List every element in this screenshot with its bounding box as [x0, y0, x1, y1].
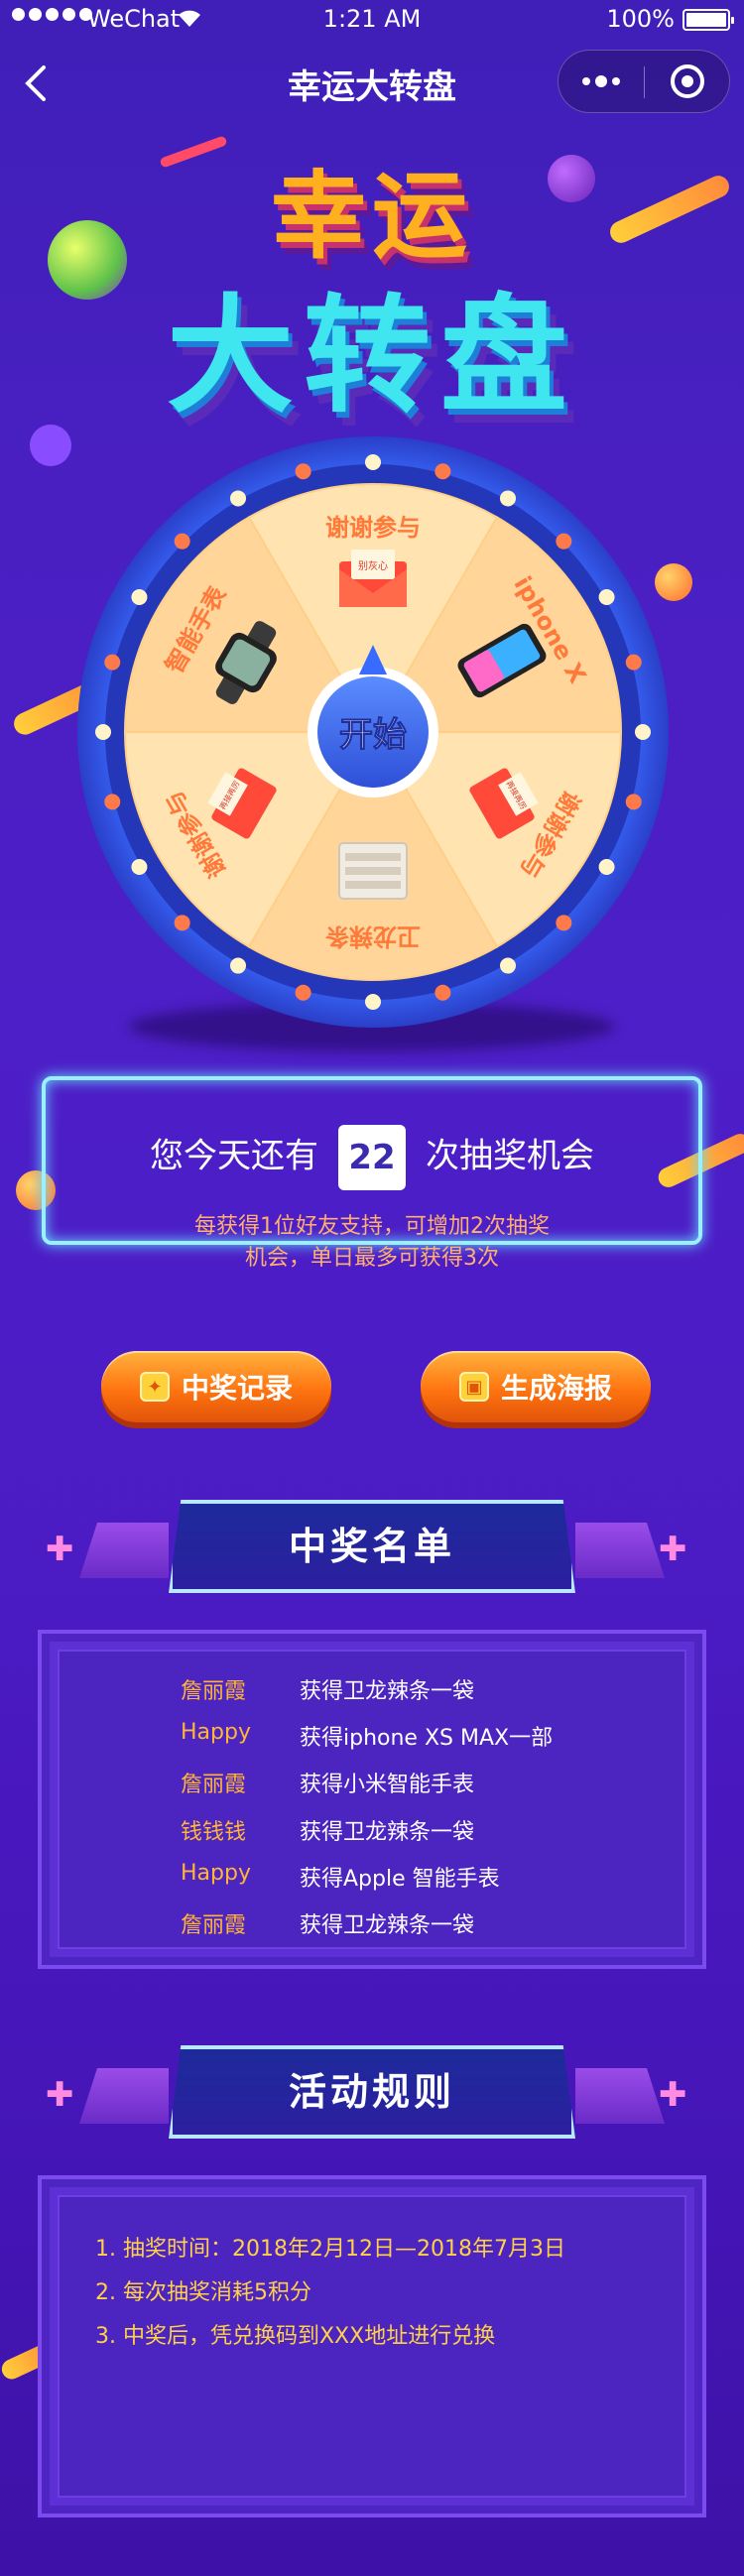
rim-light [598, 589, 615, 605]
rim-light [625, 654, 642, 671]
winners-title-plaque: 中奖名单 [169, 1500, 575, 1599]
winner-prize: 获得卫龙辣条一袋 [300, 1679, 475, 1704]
rim-light [295, 984, 311, 1001]
rim-light [625, 794, 642, 810]
hero-title-line2: 大转盘 [166, 283, 577, 430]
chance-note-line1: 每获得1位好友支持，可增加2次抽奖 [194, 1214, 550, 1239]
rim-light [434, 984, 451, 1001]
winners-wing-right [575, 1523, 665, 1578]
rim-light [95, 724, 111, 740]
rules-panel: 1. 抽奖时间：2018年2月12日—2018年7月3日 2. 每次抽奖消耗5积… [38, 2175, 706, 2517]
poster-button[interactable]: ▣ 生成海报 [421, 1351, 651, 1422]
rules-wing-right [575, 2068, 665, 2124]
chance-count: 22 [338, 1125, 406, 1190]
wheel-svg: 谢谢参与iphone X谢谢参与卫龙辣条谢谢参与智能手表 别灰心 再接再厉 再接… [77, 436, 669, 1028]
wheel-segment-label: 谢谢参与 [325, 514, 421, 542]
winner-name: Happy [181, 1861, 251, 1886]
rim-light [104, 794, 121, 810]
rim-light [174, 533, 190, 550]
records-button-label: 中奖记录 [181, 1372, 293, 1405]
chance-panel: 您今天还有 22 次抽奖机会 每获得1位好友支持，可增加2次抽奖 机会，单日最多可获… [42, 1076, 702, 1271]
wheel-segment-label: 卫龙辣条 [324, 922, 421, 950]
rim-light [104, 654, 121, 671]
nav-bar: 幸运大转盘 [0, 40, 744, 127]
winner-prize: 获得卫龙辣条一袋 [300, 1820, 475, 1845]
winners-title: 中奖名单 [288, 1525, 455, 1568]
rules-wing-left [79, 2068, 169, 2124]
battery-percent: 100% [606, 5, 675, 33]
rim-light [230, 957, 246, 974]
winner-prize: 获得Apple 智能手表 [300, 1867, 500, 1892]
winner-name: 詹丽霞 [181, 1913, 247, 1938]
sparkle-icon: ✚ [659, 1530, 687, 1569]
winners-wing-left [79, 1523, 169, 1578]
records-button[interactable]: ✦ 中奖记录 [101, 1351, 331, 1422]
sparkle-icon: ✚ [46, 1530, 74, 1569]
sparkle-icon: ✚ [46, 2075, 74, 2115]
rules-title-plaque: 活动规则 [169, 2045, 575, 2145]
battery-icon [682, 9, 734, 31]
winners-panel: 詹丽霞 获得卫龙辣条一袋 Happy 获得iphone XS MAX一部 詹丽霞… [38, 1630, 706, 1969]
rim-light [500, 957, 516, 974]
rim-light [500, 490, 516, 507]
winner-name: Happy [181, 1720, 251, 1745]
rule-item: 3. 中奖后，凭兑换码到XXX地址进行兑换 [95, 2324, 496, 2349]
rim-light [131, 859, 148, 875]
rim-light [556, 915, 572, 931]
winner-prize: 获得卫龙辣条一袋 [300, 1913, 475, 1938]
rim-light [131, 589, 148, 605]
poster-button-label: 生成海报 [500, 1372, 612, 1405]
more-menu-button[interactable] [558, 51, 644, 112]
prize-wheel: 谢谢参与 iphone X 谢谢参与 卫龙辣条 谢谢参与 智能手表 别灰心 再接再厉 [75, 434, 671, 1030]
start-button-label: 开始 [339, 715, 407, 755]
status-bar: WeChat 1:21 AM 100% [0, 0, 744, 40]
winner-prize: 获得小米智能手表 [300, 1773, 475, 1797]
rule-item: 1. 抽奖时间：2018年2月12日—2018年7月3日 [95, 2237, 565, 2262]
image-icon: ▣ [458, 1372, 489, 1402]
chance-line: 您今天还有 22 次抽奖机会 [46, 1125, 698, 1190]
winner-name: 詹丽霞 [181, 1773, 247, 1797]
mini-program-capsule [558, 50, 730, 113]
rim-light [295, 463, 311, 480]
rim-light [598, 859, 615, 875]
rim-light [365, 994, 381, 1010]
chance-prefix: 您今天还有 [150, 1136, 318, 1176]
chance-note: 每获得1位好友支持，可增加2次抽奖 机会，单日最多可获得3次 [46, 1211, 698, 1275]
gift-icon: ✦ [139, 1372, 170, 1402]
start-button[interactable]: 开始 [317, 676, 429, 788]
rim-light [434, 463, 451, 480]
rule-item: 2. 每次抽奖消耗5积分 [95, 2280, 311, 2305]
rim-light [174, 915, 190, 931]
rim-light [635, 724, 651, 740]
close-mini-program-button[interactable] [645, 51, 730, 112]
target-icon [671, 64, 704, 98]
chance-note-line2: 机会，单日最多可获得3次 [245, 1246, 499, 1271]
rim-light [365, 454, 381, 470]
chance-suffix: 次抽奖机会 [426, 1136, 594, 1176]
snack-bag-icon [338, 842, 408, 900]
winner-name: 钱钱钱 [181, 1820, 247, 1845]
segment-tag-0: 别灰心 [358, 559, 388, 572]
winner-name: 詹丽霞 [181, 1679, 247, 1704]
rules-title: 活动规则 [288, 2070, 455, 2114]
rim-light [230, 490, 246, 507]
winner-prize: 获得iphone XS MAX一部 [300, 1726, 554, 1751]
sparkle-icon: ✚ [659, 2075, 687, 2115]
rim-light [556, 533, 572, 550]
